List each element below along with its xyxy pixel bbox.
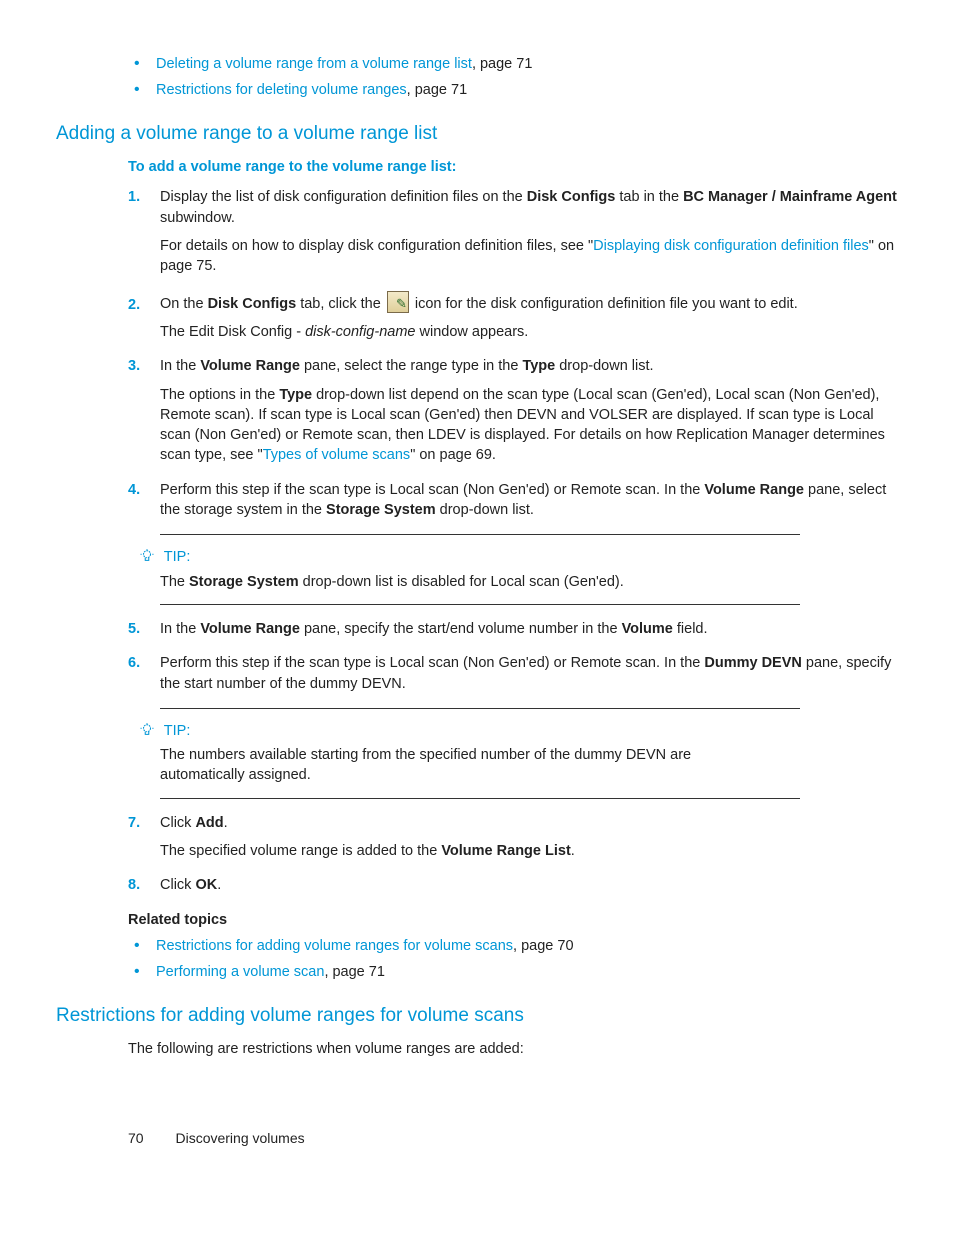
step-2: 2. On the Disk Configs tab, click the ic… bbox=[128, 291, 898, 343]
step-3: 3. In the Volume Range pane, select the … bbox=[128, 356, 898, 465]
list-item: Performing a volume scan, page 71 bbox=[128, 962, 898, 982]
section-body: The following are restrictions when volu… bbox=[128, 1039, 898, 1059]
related-topics-list: Restrictions for adding volume ranges fo… bbox=[128, 936, 898, 983]
step-7: 7. Click Add. The specified volume range… bbox=[128, 813, 898, 862]
tip-box-2: TIP: The numbers available starting from… bbox=[160, 708, 800, 799]
list-item: Restrictions for deleting volume ranges,… bbox=[128, 80, 898, 100]
step-6: 6. Perform this step if the scan type is… bbox=[128, 653, 898, 694]
step-detail: The options in the Type drop-down list d… bbox=[160, 385, 898, 466]
link-suffix: , page 70 bbox=[513, 938, 573, 954]
lightbulb-icon bbox=[140, 549, 154, 563]
procedure-intro: To add a volume range to the volume rang… bbox=[128, 157, 898, 177]
tip-heading: TIP: bbox=[160, 547, 760, 567]
edit-icon bbox=[387, 291, 409, 313]
procedure-steps-cont2: 7. Click Add. The specified volume range… bbox=[128, 813, 898, 896]
link-suffix: , page 71 bbox=[472, 56, 532, 72]
heading-restrictions: Restrictions for adding volume ranges fo… bbox=[56, 1003, 898, 1030]
step-number: 5. bbox=[128, 619, 140, 639]
link-displaying-files[interactable]: Displaying disk configuration definition… bbox=[593, 238, 869, 254]
step-number: 3. bbox=[128, 356, 140, 376]
link-types-scans[interactable]: Types of volume scans bbox=[263, 447, 411, 463]
link-performing-scan[interactable]: Performing a volume scan bbox=[156, 964, 324, 980]
step-detail: The specified volume range is added to t… bbox=[160, 841, 898, 861]
chapter-name: Discovering volumes bbox=[175, 1130, 304, 1146]
step-number: 4. bbox=[128, 480, 140, 500]
step-number: 6. bbox=[128, 653, 140, 673]
step-number: 1. bbox=[128, 187, 140, 207]
top-related-links: Deleting a volume range from a volume ra… bbox=[128, 54, 898, 101]
list-item: Restrictions for adding volume ranges fo… bbox=[128, 936, 898, 956]
link-restrictions-delete[interactable]: Restrictions for deleting volume ranges bbox=[156, 82, 407, 98]
step-number: 7. bbox=[128, 813, 140, 833]
list-item: Deleting a volume range from a volume ra… bbox=[128, 54, 898, 74]
tip-body: The Storage System drop-down list is dis… bbox=[160, 572, 760, 592]
tip-heading: TIP: bbox=[160, 721, 760, 741]
step-number: 8. bbox=[128, 875, 140, 895]
link-delete-range[interactable]: Deleting a volume range from a volume ra… bbox=[156, 56, 472, 72]
tip-body: The numbers available starting from the … bbox=[160, 745, 760, 786]
step-1: 1. Display the list of disk configuratio… bbox=[128, 187, 898, 276]
step-number: 2. bbox=[128, 295, 140, 315]
procedure-steps-cont: 5. In the Volume Range pane, specify the… bbox=[128, 619, 898, 694]
link-restrictions-add[interactable]: Restrictions for adding volume ranges fo… bbox=[156, 938, 513, 954]
step-8: 8. Click OK. bbox=[128, 875, 898, 895]
link-suffix: , page 71 bbox=[324, 964, 384, 980]
procedure-steps: 1. Display the list of disk configuratio… bbox=[128, 187, 898, 520]
page-number: 70 bbox=[128, 1129, 144, 1149]
step-detail: The Edit Disk Config - disk-config-name … bbox=[160, 322, 898, 342]
tip-box-1: TIP: The Storage System drop-down list i… bbox=[160, 534, 800, 605]
related-topics-heading: Related topics bbox=[128, 910, 898, 930]
step-detail: For details on how to display disk confi… bbox=[160, 236, 898, 277]
link-suffix: , page 71 bbox=[407, 82, 467, 98]
page-footer: 70 Discovering volumes bbox=[56, 1129, 898, 1149]
step-4: 4. Perform this step if the scan type is… bbox=[128, 480, 898, 521]
heading-add-volume-range: Adding a volume range to a volume range … bbox=[56, 121, 898, 148]
lightbulb-icon bbox=[140, 723, 154, 737]
step-5: 5. In the Volume Range pane, specify the… bbox=[128, 619, 898, 639]
